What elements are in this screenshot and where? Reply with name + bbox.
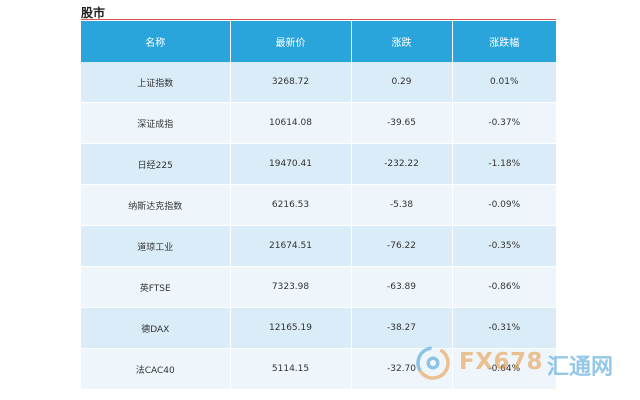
table-row: 深证成指 10614.08 -39.65 -0.37% [81,102,556,144]
stock-index-table: 名称 最新价 涨跌 涨跌幅 上证指数 3268.72 0.29 0.01% 深证… [81,21,556,390]
index-change-percent: -0.37% [452,102,556,144]
index-price: 19470.41 [230,143,352,185]
index-change-percent: -0.09% [452,184,556,226]
index-price: 5114.15 [230,348,352,390]
index-name: 法CAC40 [81,348,231,390]
index-name: 日经225 [81,143,231,185]
title-divider [81,19,556,20]
table-row: 道琼工业 21674.51 -76.22 -0.35% [81,225,556,267]
index-price: 10614.08 [230,102,352,144]
index-change-percent: -0.64% [452,348,556,390]
index-change: -39.65 [351,102,453,144]
index-price: 21674.51 [230,225,352,267]
column-header-change: 涨跌 [351,21,453,62]
column-header-price: 最新价 [230,21,352,62]
index-name: 纳斯达克指数 [81,184,231,226]
index-change: -32.70 [351,348,453,390]
index-change-percent: -0.35% [452,225,556,267]
index-change: -232.22 [351,143,453,185]
index-name: 道琼工业 [81,225,231,267]
table-row: 纳斯达克指数 6216.53 -5.38 -0.09% [81,184,556,226]
table-row: 英FTSE 7323.98 -63.89 -0.86% [81,266,556,308]
index-change: -76.22 [351,225,453,267]
index-change-percent: -0.86% [452,266,556,308]
table-row: 法CAC40 5114.15 -32.70 -0.64% [81,348,556,390]
index-change: -63.89 [351,266,453,308]
index-change-percent: -0.31% [452,307,556,349]
index-change-percent: -1.18% [452,143,556,185]
column-header-name: 名称 [81,21,231,62]
index-name: 德DAX [81,307,231,349]
watermark-site-name: 汇通网 [547,355,614,380]
index-price: 6216.53 [230,184,352,226]
index-change: -5.38 [351,184,453,226]
index-change-percent: 0.01% [452,62,556,103]
stock-market-page: 股市 名称 最新价 涨跌 涨跌幅 上证指数 3268.72 0.29 0.01%… [0,0,640,400]
table-row: 日经225 19470.41 -232.22 -1.18% [81,143,556,185]
column-header-change-percent: 涨跌幅 [452,21,556,62]
table-row: 上证指数 3268.72 0.29 0.01% [81,62,556,103]
index-name: 上证指数 [81,62,231,103]
table-header-row: 名称 最新价 涨跌 涨跌幅 [81,21,556,62]
index-price: 12165.19 [230,307,352,349]
index-price: 7323.98 [230,266,352,308]
index-change: 0.29 [351,62,453,103]
index-name: 英FTSE [81,266,231,308]
index-price: 3268.72 [230,62,352,103]
index-change: -38.27 [351,307,453,349]
table-row: 德DAX 12165.19 -38.27 -0.31% [81,307,556,349]
index-name: 深证成指 [81,102,231,144]
